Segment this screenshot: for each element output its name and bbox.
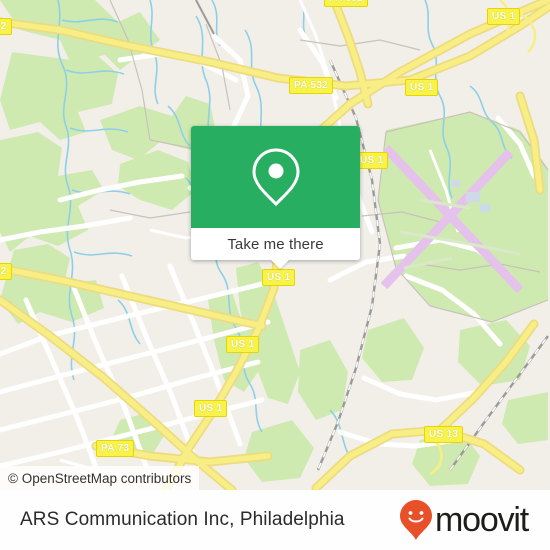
road-shield-us13: US 13 xyxy=(424,426,464,443)
take-me-there-label: Take me there xyxy=(227,235,324,253)
road-shield-us1-lower: US 1 xyxy=(194,400,228,417)
take-me-there-card[interactable]: Take me there xyxy=(191,126,360,260)
moovit-wordmark: moovit xyxy=(435,501,529,539)
place-title: ARS Communication Inc, Philadelphia xyxy=(20,509,345,530)
road-shield-us1-behind-card: US 1 xyxy=(355,152,389,169)
take-me-there-button[interactable]: Take me there xyxy=(191,228,360,260)
road-shield-us1-mid: US 1 xyxy=(226,336,260,353)
map-pin-icon xyxy=(251,148,300,207)
moovit-pin-smiley-icon xyxy=(400,500,433,540)
footer-bar: ARS Communication Inc, Philadelphia moov… xyxy=(0,490,550,550)
moovit-logo[interactable]: moovit xyxy=(399,499,529,541)
map-screenshot-root: 532 PA 532 US 1 PA 532 US 1 US 1 532 US … xyxy=(0,0,550,550)
road-shield-pa532-top: PA 532 xyxy=(324,0,369,7)
map-attribution: © OpenStreetMap contributors xyxy=(0,466,200,490)
road-shield-pa532-westlower: 532 xyxy=(0,263,12,280)
attribution-text: © OpenStreetMap contributors xyxy=(8,470,192,486)
road-shield-pa532: PA 532 xyxy=(289,77,334,94)
road-shield-pa73: PA 73 xyxy=(96,440,135,457)
road-shield-pa532-west: 532 xyxy=(0,18,12,35)
card-pointer-tail xyxy=(270,259,290,269)
card-pin-area xyxy=(191,126,360,228)
road-shield-us1-topright: US 1 xyxy=(487,8,521,25)
road-shield-us1-center: US 1 xyxy=(262,269,296,286)
road-shield-us1-upper: US 1 xyxy=(405,79,439,96)
